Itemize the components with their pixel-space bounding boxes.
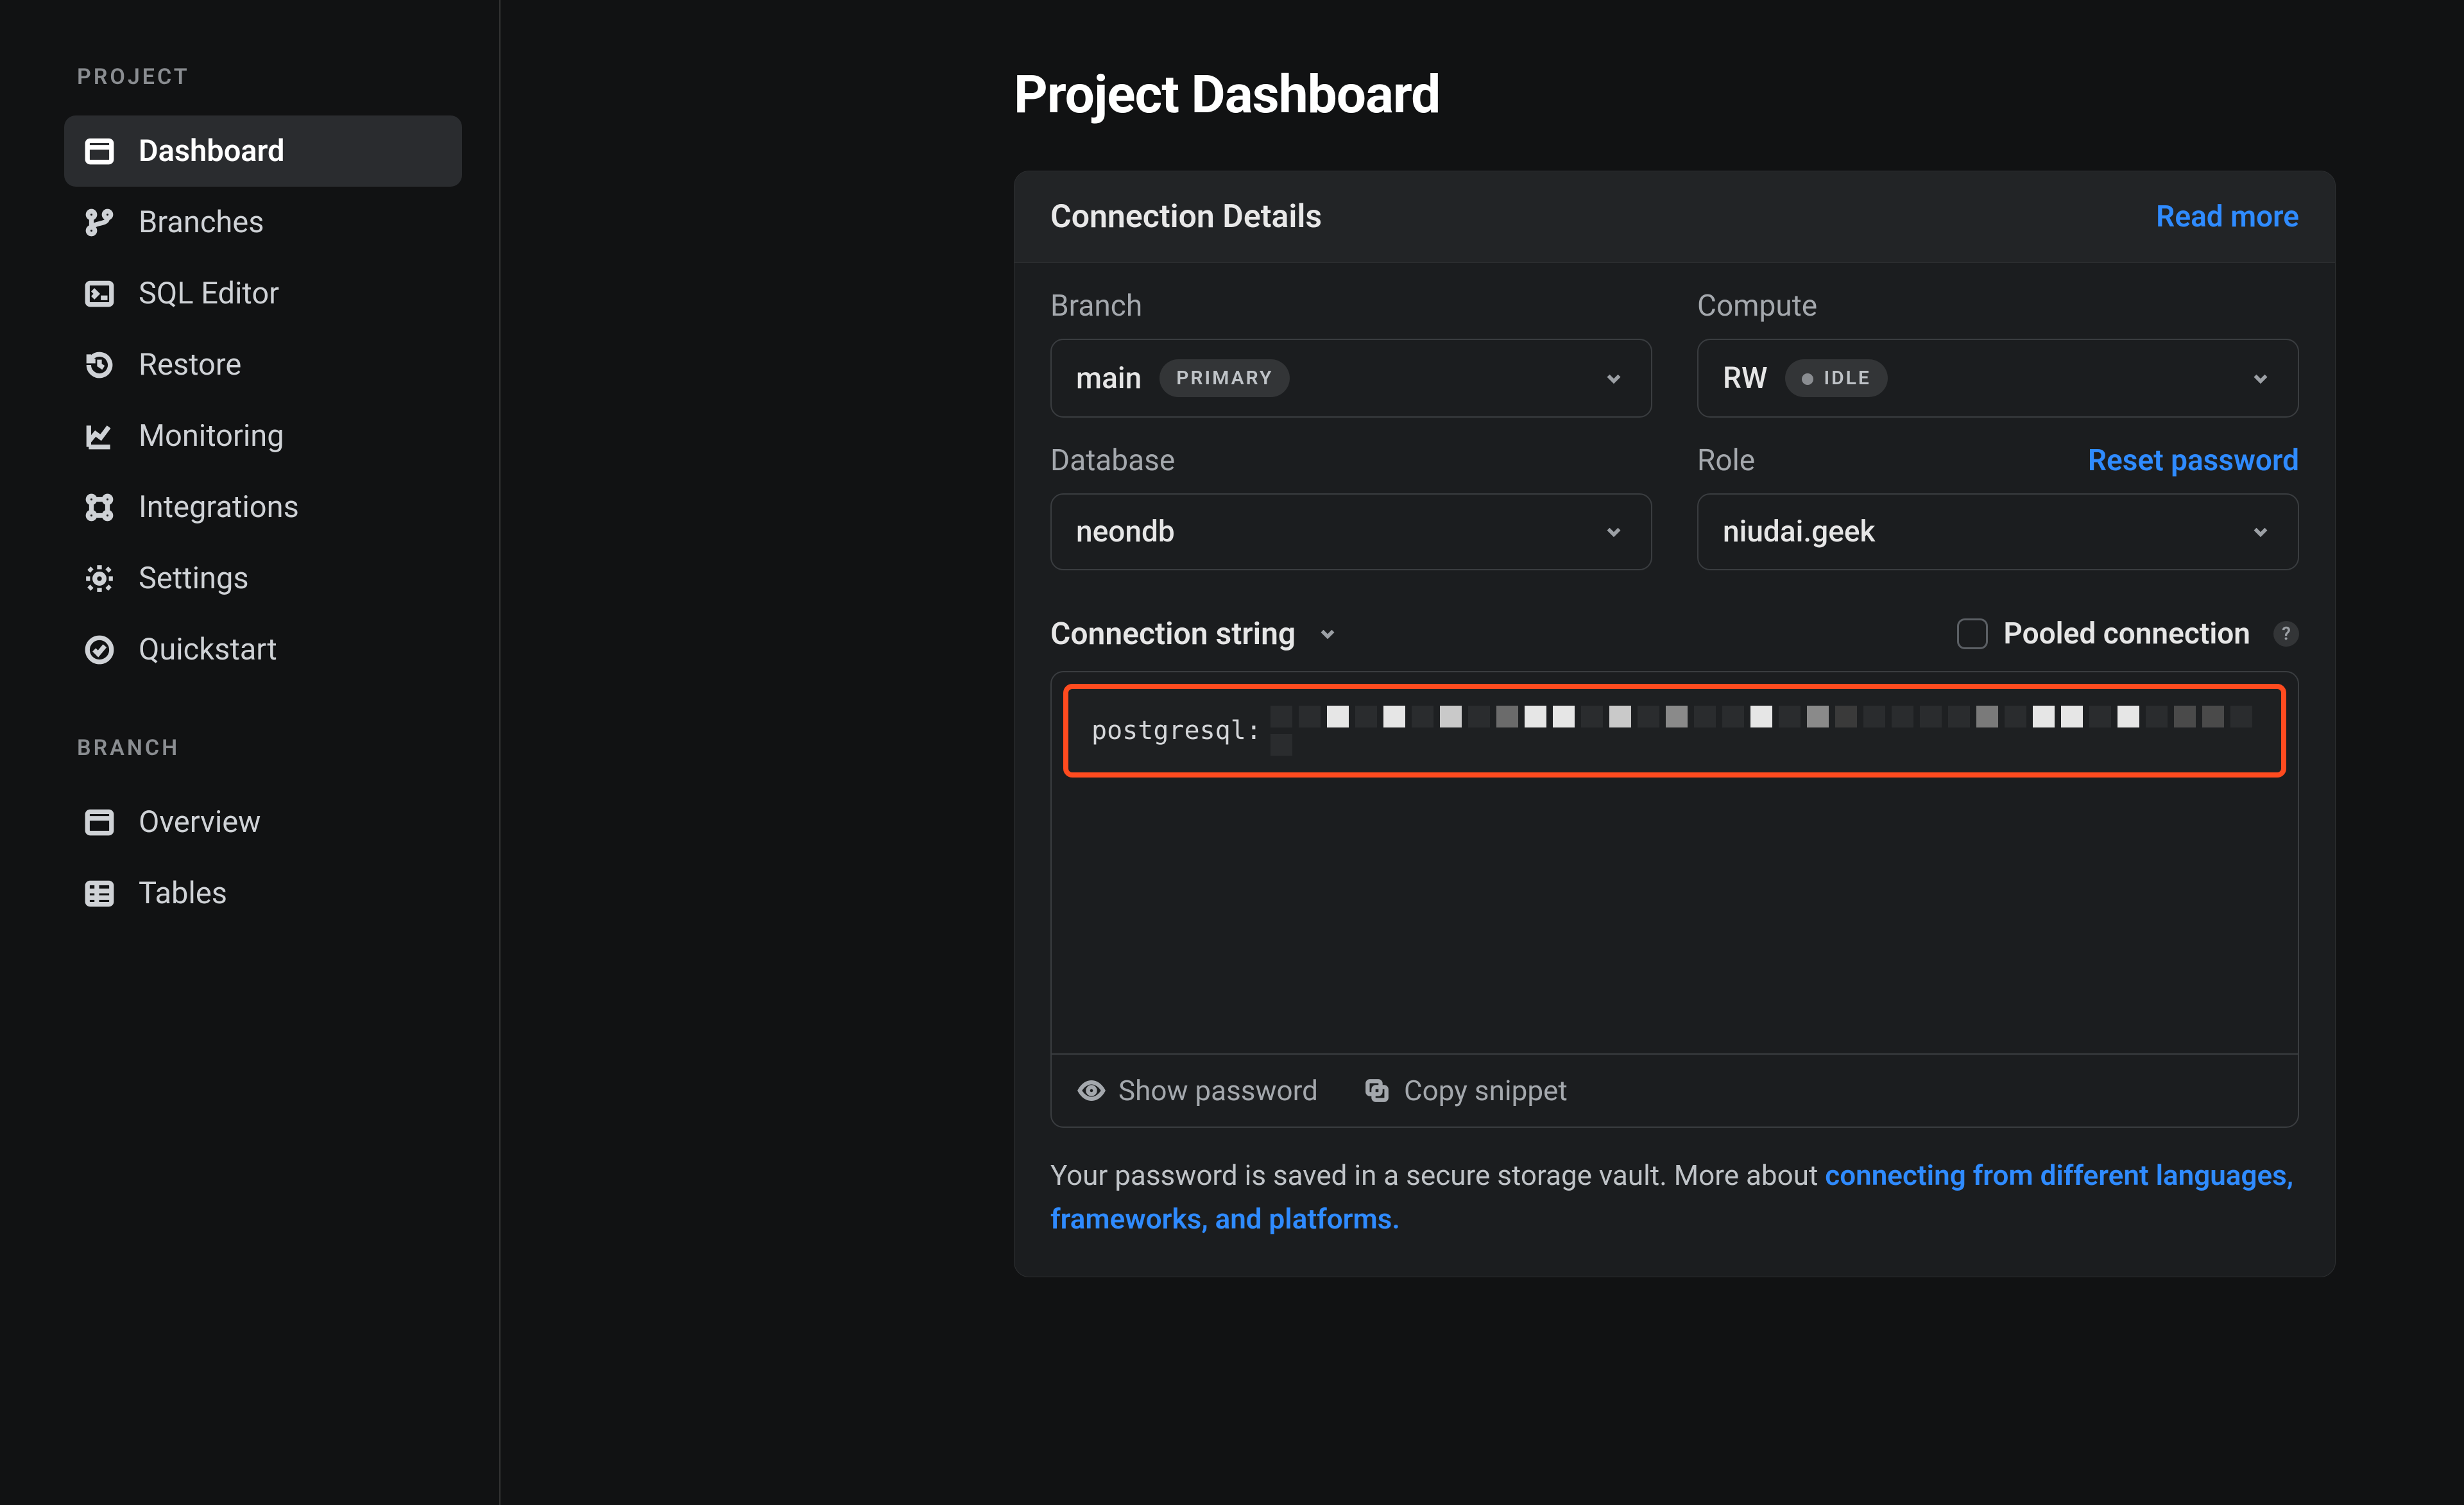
connection-string-header: Connection string Pooled connection ? [1050,615,2299,652]
sidebar-item-restore[interactable]: Restore [64,329,462,400]
card-body: Branch main PRIMARY Compute [1014,263,2335,1277]
sidebar-project-nav: Dashboard Branches SQL Editor Restore Mo… [64,115,462,685]
help-icon[interactable]: ? [2273,621,2299,647]
copy-icon [1363,1076,1391,1105]
sidebar-item-label: SQL Editor [139,276,279,311]
reset-password-link[interactable]: Reset password [2088,443,2299,478]
sidebar-item-tables[interactable]: Tables [64,858,462,929]
card-title: Connection Details [1050,198,1322,235]
database-value: neondb [1076,514,1175,549]
sidebar-item-sql-editor[interactable]: SQL Editor [64,258,462,329]
password-note: Your password is saved in a secure stora… [1050,1153,2299,1241]
sidebar-item-dashboard[interactable]: Dashboard [64,115,462,187]
dashboard-icon [83,135,116,167]
sidebar-item-label: Tables [139,876,227,911]
idle-badge: IDLE [1785,359,1887,397]
code-filler [1052,778,2298,1053]
note-prefix: Your password is saved in a secure stora… [1050,1159,1825,1192]
settings-icon [83,563,116,595]
database-select[interactable]: neondb [1050,493,1652,570]
monitoring-icon [83,420,116,452]
copy-snippet-button[interactable]: Copy snippet [1363,1074,1568,1107]
connection-string-box: postgresql: [1050,671,2299,1128]
sidebar-item-label: Quickstart [139,632,277,667]
sidebar-item-label: Settings [139,561,249,596]
compute-value: RW [1723,361,1767,396]
copy-snippet-label: Copy snippet [1404,1074,1568,1107]
sidebar-item-quickstart[interactable]: Quickstart [64,614,462,685]
primary-badge: PRIMARY [1159,359,1290,397]
sidebar-heading-branch: BRANCH [64,735,462,761]
database-field: Database neondb [1050,443,1652,570]
chevron-down-icon [2248,366,2273,391]
sql-editor-icon [83,278,116,310]
restore-icon [83,349,116,381]
sidebar-item-label: Branches [139,205,264,240]
sidebar-item-overview[interactable]: Overview [64,787,462,858]
role-label: Role [1697,443,1755,478]
sidebar-item-settings[interactable]: Settings [64,543,462,614]
connection-details-card: Connection Details Read more Branch main… [1014,171,2336,1277]
branch-label: Branch [1050,289,1142,323]
sidebar-item-label: Overview [139,804,261,840]
role-value: niudai.geek [1723,514,1875,549]
sidebar-item-label: Monitoring [139,418,284,454]
connection-string-label: Connection string [1050,615,1296,652]
sidebar: PROJECT Dashboard Branches SQL Editor Re… [0,0,501,1505]
branch-value: main [1076,361,1142,396]
branches-icon [83,207,116,239]
connection-string-dropdown[interactable]: Connection string [1050,615,1340,652]
sidebar-item-label: Restore [139,347,241,382]
sidebar-item-branches[interactable]: Branches [64,187,462,258]
overview-icon [83,806,116,838]
compute-field: Compute RW IDLE [1697,289,2299,418]
sidebar-item-integrations[interactable]: Integrations [64,472,462,543]
database-label: Database [1050,443,1175,478]
sidebar-item-label: Dashboard [139,133,284,169]
branch-field: Branch main PRIMARY [1050,289,1652,418]
show-password-button[interactable]: Show password [1077,1074,1318,1107]
role-select[interactable]: niudai.geek [1697,493,2299,570]
tables-icon [83,878,116,910]
connection-string-highlight[interactable]: postgresql: [1063,684,2286,778]
card-header: Connection Details Read more [1014,171,2335,263]
chevron-down-icon [2248,519,2273,545]
compute-select[interactable]: RW IDLE [1697,339,2299,418]
page-title: Project Dashboard [1014,64,2458,126]
sidebar-heading-project: PROJECT [64,64,462,90]
sidebar-item-label: Integrations [139,489,299,525]
role-field: Role Reset password niudai.geek [1697,443,2299,570]
branch-select[interactable]: main PRIMARY [1050,339,1652,418]
pooled-connection-checkbox[interactable] [1957,618,1988,649]
integrations-icon [83,491,116,523]
quickstart-icon [83,634,116,666]
chevron-down-icon [1601,366,1627,391]
code-actions: Show password Copy snippet [1052,1053,2298,1127]
main: Project Dashboard Connection Details Rea… [501,0,2464,1505]
chevron-down-icon [1601,519,1627,545]
pooled-connection-label: Pooled connection [2003,616,2250,651]
connection-string-prefix: postgresql: [1091,716,1262,745]
obscured-connection-string [1270,706,2258,756]
read-more-link[interactable]: Read more [2156,200,2299,234]
eye-icon [1077,1076,1106,1105]
sidebar-branch-nav: Overview Tables [64,787,462,929]
sidebar-item-monitoring[interactable]: Monitoring [64,400,462,472]
show-password-label: Show password [1118,1074,1318,1107]
chevron-down-icon [1315,621,1340,647]
compute-label: Compute [1697,289,1817,323]
